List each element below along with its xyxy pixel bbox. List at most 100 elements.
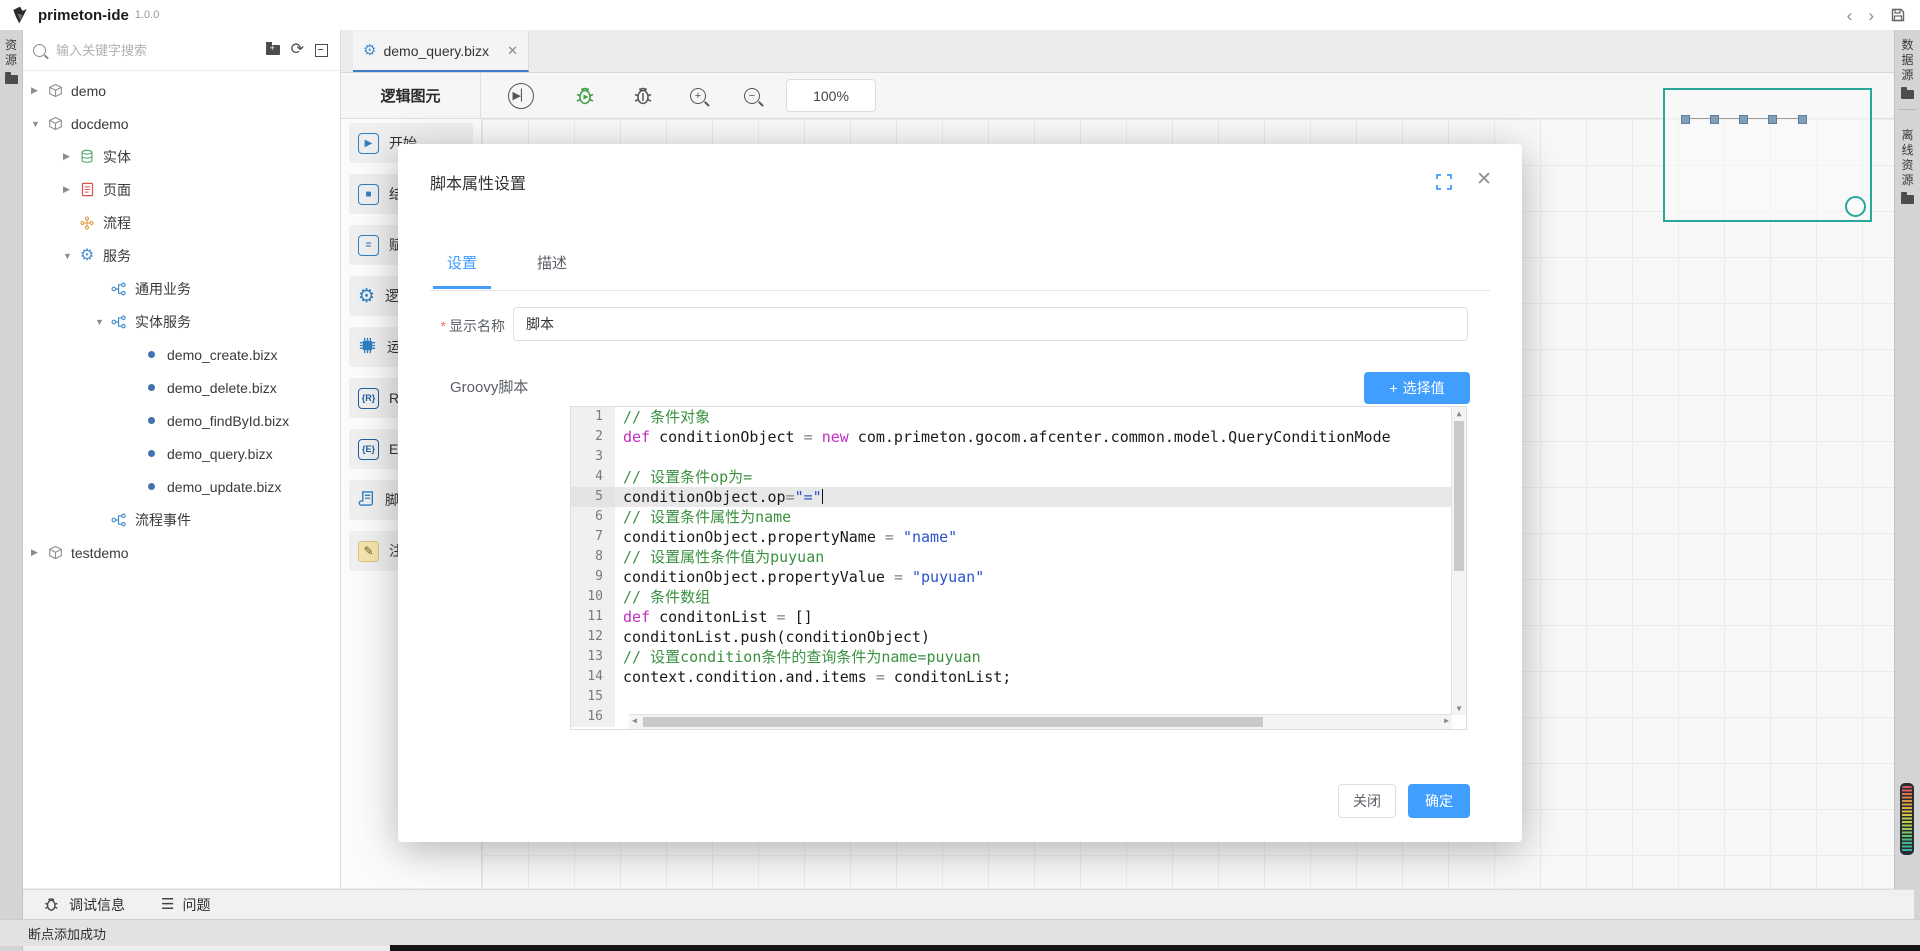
code-line-14[interactable]: 14context.condition.and.items = conditon… — [571, 667, 1466, 687]
tree-item-label: demo_findById.bizx — [167, 413, 289, 429]
rail-tab-offline[interactable]: 离 线 资 源 — [1895, 120, 1920, 204]
run-icon[interactable]: ▶▏ — [508, 83, 534, 109]
code-line-6[interactable]: 6// 设置条件属性为name — [571, 507, 1466, 527]
line-number: 7 — [571, 527, 615, 547]
tab-demo-query[interactable]: ⚙ demo_query.bizx ✕ — [353, 31, 529, 72]
rail-tab-resources-label: 资 源 — [0, 38, 22, 68]
tree-item-流程事件[interactable]: 流程事件 — [23, 503, 340, 536]
rail-tab-datasource[interactable]: 数 据 源 — [1895, 30, 1920, 99]
code-line-15[interactable]: 15 — [571, 687, 1466, 707]
close-button[interactable]: 关闭 — [1338, 784, 1396, 818]
tree-item-通用业务[interactable]: 通用业务 — [23, 272, 340, 305]
tree-item-demo_update.bizx[interactable]: demo_update.bizx — [23, 470, 340, 503]
chevron-down-icon[interactable]: ▼ — [63, 251, 77, 261]
nav-back-icon[interactable]: ‹ — [1847, 7, 1853, 24]
display-name-input[interactable] — [513, 307, 1468, 341]
save-icon[interactable] — [1890, 7, 1906, 23]
minimap-node — [1798, 115, 1807, 124]
tab-debug-info[interactable]: 调试信息 — [43, 895, 125, 915]
tree-item-demo[interactable]: ▶demo — [23, 74, 340, 107]
rail-tab-resources[interactable]: 资 源 — [0, 30, 22, 84]
code-line-5[interactable]: 5conditionObject.op="=" — [571, 487, 1466, 507]
vertical-scroll-thumb[interactable] — [1454, 421, 1464, 571]
zoom-in-icon[interactable]: + — [690, 88, 706, 104]
code-line-11[interactable]: 11def conditonList = [] — [571, 607, 1466, 627]
scroll-up-icon[interactable]: ▲ — [1452, 409, 1466, 418]
code-line-8[interactable]: 8// 设置属性条件值为puyuan — [571, 547, 1466, 567]
code-text: conditionObject.propertyValue = "puyuan" — [615, 567, 1466, 587]
tree-item-实体服务[interactable]: ▼实体服务 — [23, 305, 340, 338]
refresh-icon[interactable]: ⟳ — [291, 42, 304, 58]
collapse-all-icon[interactable] — [315, 44, 328, 57]
tree-item-testdemo[interactable]: ▶testdemo — [23, 536, 340, 569]
chevron-down-icon[interactable]: ▼ — [95, 317, 109, 327]
dialog-tab-divider — [430, 290, 1490, 291]
bottom-panel: 调试信息 ☰ 问题 — [23, 889, 1914, 919]
minimap-node — [1681, 115, 1690, 124]
code-line-13[interactable]: 13// 设置condition条件的查询条件为name=puyuan — [571, 647, 1466, 667]
chevron-right-icon[interactable]: ▶ — [31, 85, 45, 96]
tree-item-docdemo[interactable]: ▼docdemo — [23, 107, 340, 140]
tree-item-页面[interactable]: ▶页面 — [23, 173, 340, 206]
canvas-toolbar: 逻辑图元 ▶▏ + − — [341, 73, 1894, 119]
tab-problems[interactable]: ☰ 问题 — [161, 895, 210, 915]
code-line-7[interactable]: 7conditionObject.propertyName = "name" — [571, 527, 1466, 547]
chevron-right-icon[interactable]: ▶ — [31, 547, 45, 558]
dialog-tab-settings[interactable]: 设置 — [417, 252, 507, 289]
line-number: 9 — [571, 567, 615, 587]
new-folder-icon[interactable]: + — [266, 45, 280, 55]
chevron-right-icon[interactable]: ▶ — [63, 184, 77, 195]
rail-divider — [1898, 109, 1917, 110]
debug-run-icon[interactable] — [574, 85, 598, 107]
tab-close-icon[interactable]: ✕ — [507, 43, 518, 59]
tree-item-label: demo_query.bizx — [167, 446, 273, 462]
code-line-2[interactable]: 2def conditionObject = new com.primeton.… — [571, 427, 1466, 447]
tree-item-实体[interactable]: ▶实体 — [23, 140, 340, 173]
code-text: // 条件数组 — [615, 587, 1466, 607]
code-line-4[interactable]: 4// 设置条件op为= — [571, 467, 1466, 487]
editor-horizontal-scrollbar[interactable]: ◀ ▶ — [629, 714, 1452, 729]
tree-item-demo_delete.bizx[interactable]: demo_delete.bizx — [23, 371, 340, 404]
tree-item-demo_create.bizx[interactable]: demo_create.bizx — [23, 338, 340, 371]
search-input[interactable] — [54, 42, 266, 59]
palette-item-label: E — [389, 441, 398, 457]
zoom-out-icon[interactable]: − — [744, 88, 760, 104]
code-text: // 条件对象 — [615, 407, 1466, 427]
tree-item-服务[interactable]: ▼⚙服务 — [23, 239, 340, 272]
debug-stop-icon[interactable] — [632, 85, 656, 107]
dot-icon — [141, 417, 161, 424]
groovy-code-editor[interactable]: 1// 条件对象2def conditionObject = new com.p… — [570, 406, 1467, 730]
fullscreen-icon[interactable] — [1436, 174, 1452, 190]
scroll-right-icon[interactable]: ▶ — [1444, 716, 1449, 725]
choose-value-button[interactable]: + 选择值 — [1364, 372, 1470, 404]
code-text: // 设置条件属性为name — [615, 507, 1466, 527]
minimap[interactable] — [1663, 88, 1872, 222]
tree-item-流程[interactable]: 流程 — [23, 206, 340, 239]
editor-vertical-scrollbar[interactable]: ▲ ▼ — [1451, 407, 1466, 715]
dialog-close-icon[interactable]: ✕ — [1476, 168, 1492, 191]
chevron-right-icon[interactable]: ▶ — [63, 151, 77, 162]
package-icon — [45, 116, 65, 131]
code-line-10[interactable]: 10// 条件数组 — [571, 587, 1466, 607]
confirm-button[interactable]: 确定 — [1408, 784, 1470, 818]
tree-item-label: 流程 — [103, 213, 131, 233]
nav-forward-icon[interactable]: › — [1868, 7, 1874, 24]
text-cursor — [822, 489, 824, 504]
list-icon: ☰ — [161, 897, 174, 912]
minimap-resize-handle[interactable] — [1845, 196, 1866, 217]
code-line-1[interactable]: 1// 条件对象 — [571, 407, 1466, 427]
dialog-tab-description[interactable]: 描述 — [507, 252, 597, 289]
scroll-left-icon[interactable]: ◀ — [632, 716, 637, 725]
tree-item-demo_findById.bizx[interactable]: demo_findById.bizx — [23, 404, 340, 437]
code-line-3[interactable]: 3 — [571, 447, 1466, 467]
chevron-down-icon[interactable]: ▼ — [31, 119, 45, 129]
code-line-9[interactable]: 9conditionObject.propertyValue = "puyuan… — [571, 567, 1466, 587]
tree-item-demo_query.bizx[interactable]: demo_query.bizx — [23, 437, 340, 470]
horizontal-scroll-thumb[interactable] — [643, 717, 1263, 727]
plus-icon: + — [1389, 380, 1397, 396]
rail-tab-datasource-label: 数 据 源 — [1895, 38, 1920, 83]
code-line-12[interactable]: 12conditonList.push(conditionObject) — [571, 627, 1466, 647]
start-element-icon: ▶ — [358, 133, 379, 154]
zoom-level[interactable]: 100% — [786, 79, 876, 112]
scroll-down-icon[interactable]: ▼ — [1452, 704, 1466, 713]
